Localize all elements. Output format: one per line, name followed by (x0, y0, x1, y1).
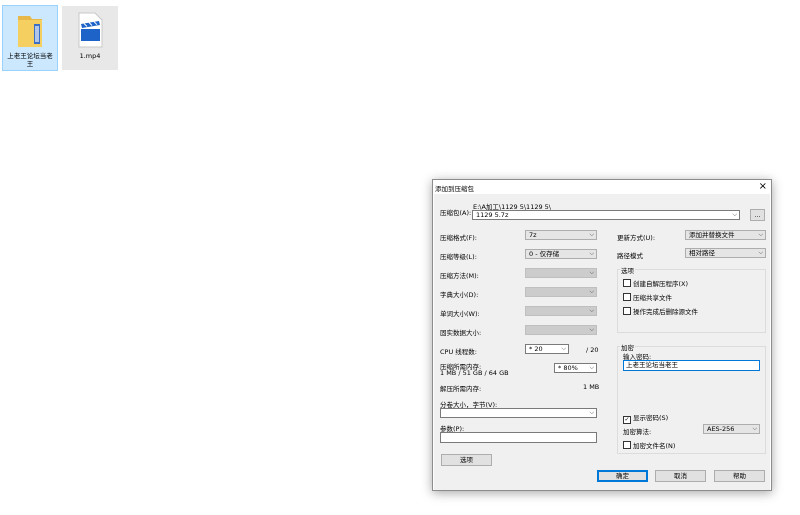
path-mode-select[interactable]: 相对路径 ⌵ (685, 248, 766, 258)
add-to-archive-dialog: 添加到压缩包 × 压缩包(A): E:\A加工\1129 5\1129 5\ 1… (432, 179, 772, 491)
folder-label: 上老王论坛当老王 (7, 52, 53, 68)
archive-label: 压缩包(A): (440, 209, 472, 217)
update-label: 更新方式(U): (617, 234, 656, 242)
path-mode-label: 路径模式 (617, 252, 643, 260)
params-input[interactable] (440, 432, 597, 443)
options-button[interactable]: 选项 (441, 454, 492, 466)
chevron-down-icon: ⌵ (732, 211, 737, 218)
desktop-icon-video[interactable]: 1.mp4 (62, 6, 118, 70)
chevron-down-icon: ⌵ (589, 269, 594, 276)
dict-label: 字典大小(D): (440, 291, 479, 299)
encrypt-names-checkbox[interactable]: 加密文件名(N) (623, 440, 675, 450)
options-group-title: 选项 (620, 265, 635, 275)
sfx-checkbox[interactable]: 创建自解压程序(X) (623, 278, 688, 288)
solid-label: 固实数据大小: (440, 329, 482, 337)
dict-select[interactable]: ⌵ (525, 287, 597, 297)
solid-select[interactable]: ⌵ (525, 325, 597, 335)
checkbox-icon (623, 441, 631, 449)
level-label: 压缩等级(L): (440, 253, 477, 261)
delete-after-checkbox[interactable]: 操作完成后删除源文件 (623, 306, 698, 316)
mem-select[interactable]: * 80% ⌵ (554, 363, 597, 373)
method-label: 压缩方法(M): (440, 272, 479, 280)
show-password-checkbox[interactable]: ✓ 显示密码(S) (623, 412, 668, 424)
format-label: 压缩格式(F): (440, 234, 478, 242)
video-file-label: 1.mp4 (79, 52, 101, 60)
chevron-down-icon: ⌵ (589, 231, 594, 238)
enc-method-select[interactable]: AES-256 ⌵ (703, 424, 760, 434)
password-input[interactable]: 上老王论坛当老王 (623, 360, 760, 371)
checkbox-icon (623, 293, 631, 301)
chevron-down-icon: ⌵ (589, 307, 594, 314)
word-label: 单词大小(W): (440, 310, 480, 318)
checkmark-icon: ✓ (623, 416, 631, 424)
desktop-icon-folder[interactable]: 上老王论坛当老王 (2, 5, 58, 71)
method-select[interactable]: ⌵ (525, 268, 597, 278)
chevron-down-icon: ⌵ (589, 364, 594, 371)
chevron-down-icon: ⌵ (758, 249, 763, 256)
help-button[interactable]: 帮助 (714, 470, 765, 482)
cpu-total: / 20 (586, 346, 599, 354)
mem-detail: 1 MB / 51 GB / 64 GB (440, 369, 509, 377)
chevron-down-icon: ⌵ (589, 250, 594, 257)
decomp-value: 1 MB (583, 383, 600, 391)
format-select[interactable]: 7z ⌵ (525, 230, 597, 240)
chevron-down-icon: ⌵ (561, 345, 566, 352)
split-select[interactable]: ⌵ (440, 408, 597, 418)
level-select[interactable]: 0 - 仅存储 ⌵ (525, 249, 597, 259)
cpu-select[interactable]: * 20 ⌵ (525, 344, 569, 354)
chevron-down-icon: ⌵ (752, 425, 757, 432)
browse-button[interactable]: ... (750, 209, 765, 221)
dialog-body: 压缩包(A): E:\A加工\1129 5\1129 5\ 1129 5.7z ⌵… (434, 194, 770, 490)
dialog-title: 添加到压缩包 (435, 185, 474, 193)
enc-method-label: 加密算法: (623, 428, 652, 436)
chevron-down-icon: ⌵ (758, 231, 763, 238)
archive-name-input[interactable]: 1129 5.7z ⌵ (472, 210, 740, 220)
chevron-down-icon: ⌵ (589, 409, 594, 416)
checkbox-icon (623, 279, 631, 287)
decomp-label: 解压所需内存: (440, 385, 482, 393)
video-file-icon (70, 10, 110, 50)
chevron-down-icon: ⌵ (589, 288, 594, 295)
shared-files-checkbox[interactable]: 压缩共享文件 (623, 292, 672, 302)
cpu-label: CPU 线程数: (440, 348, 477, 356)
cancel-button[interactable]: 取消 (655, 470, 706, 482)
folder-icon (10, 10, 50, 50)
chevron-down-icon: ⌵ (589, 326, 594, 333)
close-icon[interactable]: × (759, 181, 767, 192)
checkbox-icon (623, 307, 631, 315)
update-select[interactable]: 添加并替换文件 ⌵ (685, 230, 766, 240)
title-bar: 添加到压缩包 × (433, 180, 771, 194)
word-select[interactable]: ⌵ (525, 306, 597, 316)
ok-button[interactable]: 确定 (597, 470, 648, 482)
